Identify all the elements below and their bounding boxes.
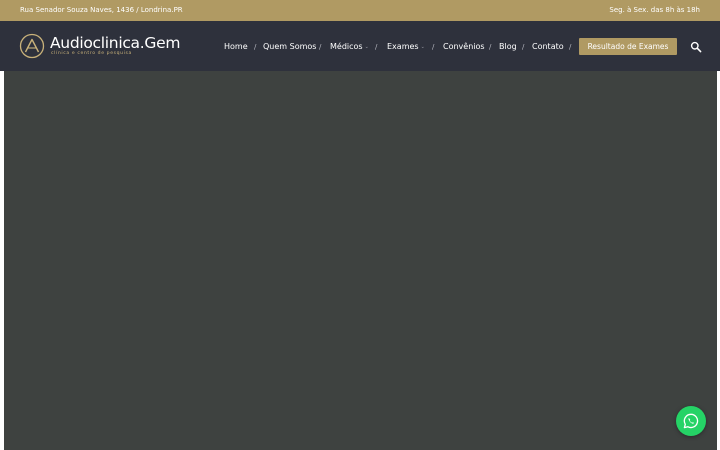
chevron-down-icon: ⌄ <box>420 44 425 50</box>
nav-item-blog[interactable]: Blog <box>499 42 517 51</box>
site-logo[interactable]: Audioclinica.Gem clínica e centro de pes… <box>19 33 181 61</box>
whatsapp-icon <box>683 413 699 429</box>
nav-separator: / <box>254 43 257 51</box>
brand-name: Audioclinica.Gem <box>50 34 181 52</box>
nav-item-exames-label: Exames <box>387 42 419 51</box>
nav-item-contato[interactable]: Contato <box>532 42 564 51</box>
nav-item-home[interactable]: Home <box>224 42 248 51</box>
exam-results-button[interactable]: Resultado de Exames <box>579 38 677 55</box>
hero-banner <box>4 71 717 450</box>
nav-separator: / <box>375 43 378 51</box>
nav-item-exames[interactable]: Exames ⌄ <box>387 42 425 51</box>
nav-item-convenios[interactable]: Convênios <box>443 42 485 51</box>
nav-separator: / <box>489 43 492 51</box>
delta-letter-a-logo-icon <box>19 33 45 59</box>
brand-tagline: clínica e centro de pesquisa <box>51 51 132 56</box>
main-header: Audioclinica.Gem clínica e centro de pes… <box>0 21 720 71</box>
whatsapp-chat-button[interactable] <box>676 406 706 436</box>
search-icon[interactable] <box>690 41 702 53</box>
opening-hours-text: Seg. à Sex. das 8h às 18h <box>609 6 700 14</box>
nav-separator: / <box>319 43 322 51</box>
top-info-bar: Rua Senador Souza Naves, 1436 / Londrina… <box>0 0 720 21</box>
chevron-down-icon: ⌄ <box>364 44 369 50</box>
nav-separator: / <box>432 43 435 51</box>
address-text: Rua Senador Souza Naves, 1436 / Londrina… <box>20 6 183 14</box>
nav-separator: / <box>569 43 572 51</box>
nav-separator: / <box>522 43 525 51</box>
nav-item-medicos-label: Médicos <box>330 42 363 51</box>
nav-item-quem-somos[interactable]: Quem Somos <box>263 42 316 51</box>
nav-item-medicos[interactable]: Médicos ⌄ <box>330 42 369 51</box>
